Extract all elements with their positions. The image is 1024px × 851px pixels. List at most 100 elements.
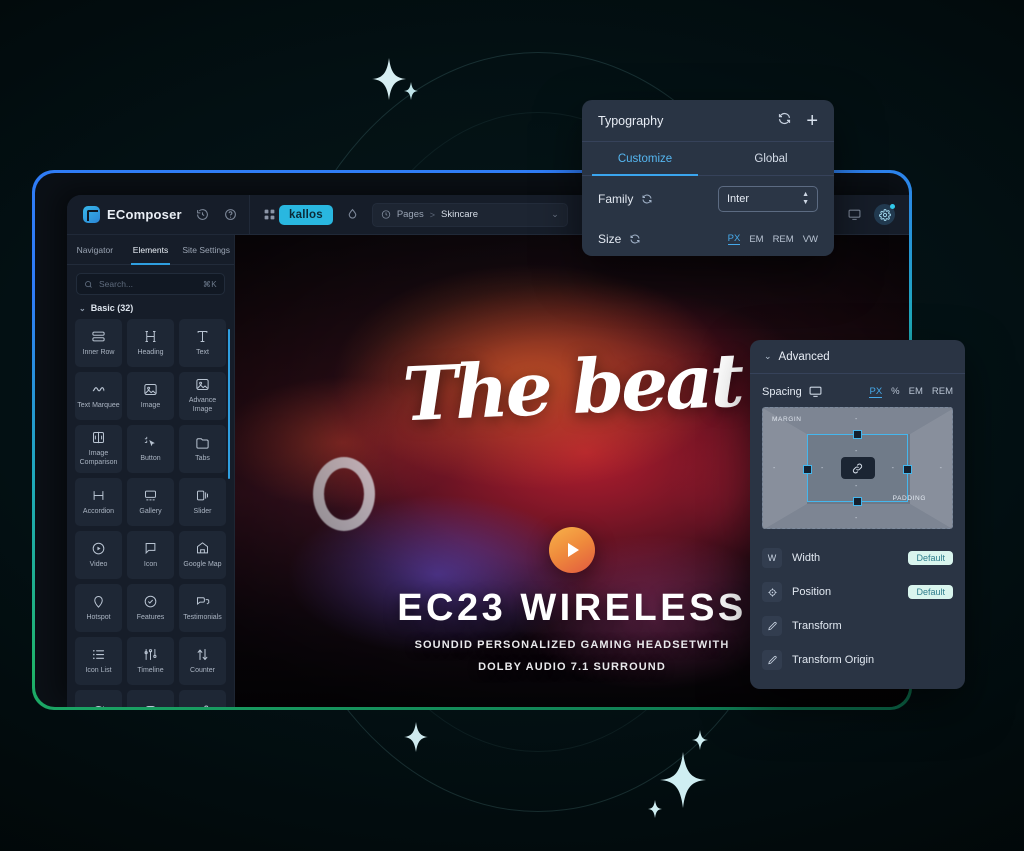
typography-panel: Typography + Customize Global Family Int… [582, 100, 834, 256]
margin-top-value[interactable]: - [855, 416, 857, 423]
help-icon[interactable] [221, 205, 240, 224]
monitor-icon[interactable] [845, 205, 864, 224]
handle-top[interactable] [853, 430, 862, 439]
element-text[interactable]: Text [179, 319, 226, 367]
tab-customize[interactable]: Customize [582, 142, 708, 176]
tab-elements[interactable]: Elements [123, 235, 179, 265]
breadcrumb-root[interactable]: Pages [397, 209, 424, 220]
element-inner-row[interactable]: Inner Row [75, 319, 122, 367]
settings-gear-icon[interactable] [874, 204, 895, 225]
apps-grid-icon[interactable] [260, 205, 279, 224]
section-basic[interactable]: ⌄ Basic (32) [67, 301, 234, 319]
element-icon-list[interactable]: Icon List [75, 637, 122, 685]
margin-label: MARGIN [772, 416, 802, 423]
chevron-down-icon[interactable]: ⌄ [551, 209, 559, 220]
element-gallery[interactable]: Gallery [127, 478, 174, 526]
element-accordion[interactable]: Accordion [75, 478, 122, 526]
map-pin-icon [197, 541, 208, 553]
handle-left[interactable] [803, 465, 812, 474]
elements-scroll[interactable]: Inner Row Heading Text Text Marquee Imag… [67, 319, 234, 707]
element-testimonials[interactable]: Testimonials [179, 584, 226, 632]
unit-em[interactable]: EM [909, 386, 923, 397]
unit-px[interactable]: PX [727, 233, 741, 245]
size-units: PX EM REM VW [727, 233, 818, 245]
element-advance-image[interactable]: Advance Image [179, 372, 226, 420]
spacing-units: PX % EM REM [869, 386, 953, 398]
instagram-icon [145, 706, 156, 707]
box-model-widget[interactable]: MARGIN PADDING - - - - - - - - [762, 407, 953, 529]
add-icon[interactable]: + [806, 111, 818, 131]
stepper-icon[interactable]: ▲ ▼ [802, 191, 809, 207]
status-badge[interactable]: Default [908, 551, 953, 565]
padding-right-value[interactable]: - [892, 465, 894, 472]
handle-bottom[interactable] [853, 497, 862, 506]
row-transform-origin[interactable]: Transform Origin [762, 643, 953, 677]
element-countdown[interactable] [75, 690, 122, 707]
advanced-header[interactable]: ⌄ Advanced [750, 340, 965, 374]
spacing-row: Spacing PX % EM REM [762, 385, 953, 398]
margin-bottom-value[interactable]: - [855, 515, 857, 522]
scrollbar-track[interactable] [228, 323, 232, 703]
breadcrumb-current[interactable]: Skincare [441, 209, 478, 220]
link-icon [852, 463, 863, 473]
status-badge[interactable]: Default [908, 585, 953, 599]
site-badge[interactable]: kallos [279, 204, 333, 225]
monitor-icon[interactable] [809, 385, 822, 398]
element-hotspot[interactable]: Hotspot [75, 584, 122, 632]
element-text-marquee[interactable]: Text Marquee [75, 372, 122, 420]
element-image-comparison[interactable]: Image Comparison [75, 425, 122, 473]
tab-site-settings[interactable]: Site Settings [178, 235, 234, 264]
margin-right-value[interactable]: - [940, 465, 942, 472]
tab-navigator[interactable]: Navigator [67, 235, 123, 264]
element-counter[interactable]: Counter [179, 637, 226, 685]
element-label: Button [140, 454, 161, 462]
scrollbar-thumb[interactable] [228, 329, 230, 479]
row-transform[interactable]: Transform [762, 609, 953, 643]
element-heading[interactable]: Heading [127, 319, 174, 367]
margin-left-value[interactable]: - [773, 465, 775, 472]
w-icon: W [762, 548, 782, 568]
reset-icon[interactable] [629, 233, 641, 245]
pencil-icon [762, 650, 782, 670]
element-tabs[interactable]: Tabs [179, 425, 226, 473]
element-instagram[interactable] [127, 690, 174, 707]
theme-icon[interactable] [343, 205, 362, 224]
row-label: Position [792, 586, 832, 598]
breadcrumb-separator: > [429, 209, 436, 220]
padding-top-value[interactable]: - [855, 448, 857, 455]
element-timeline[interactable]: Timeline [127, 637, 174, 685]
breadcrumb[interactable]: Pages > Skincare ⌄ [371, 202, 568, 227]
element-video[interactable]: Video [75, 531, 122, 579]
font-family-select[interactable]: Inter ▲ ▼ [718, 186, 818, 212]
history-icon[interactable] [193, 205, 212, 224]
row-width[interactable]: W Width Default [762, 541, 953, 575]
tab-global[interactable]: Global [708, 142, 834, 175]
handle-right[interactable] [903, 465, 912, 474]
padding-left-value[interactable]: - [821, 465, 823, 472]
element-features[interactable]: Features [127, 584, 174, 632]
row-position[interactable]: Position Default [762, 575, 953, 609]
check-circle-icon [144, 595, 157, 607]
unit-rem[interactable]: REM [773, 234, 794, 245]
unit-em[interactable]: EM [749, 234, 763, 245]
element-share[interactable] [179, 690, 226, 707]
element-image[interactable]: Image [127, 372, 174, 420]
unit-percent[interactable]: % [891, 386, 899, 397]
play-button[interactable] [549, 527, 595, 573]
unit-px[interactable]: PX [869, 386, 883, 398]
padding-bottom-value[interactable]: - [855, 483, 857, 490]
brand-name: EComposer [107, 207, 182, 222]
reset-icon[interactable] [641, 193, 653, 205]
advance-image-icon [196, 379, 209, 391]
search-input[interactable]: Search... ⌘K [76, 273, 225, 295]
hero-script-text[interactable]: The beat [401, 338, 743, 439]
element-button[interactable]: Button [127, 425, 174, 473]
unit-vw[interactable]: VW [803, 234, 818, 245]
element-google-map[interactable]: Google Map [179, 531, 226, 579]
link-values-toggle[interactable] [840, 457, 875, 479]
reset-icon[interactable] [777, 111, 792, 131]
unit-rem[interactable]: REM [932, 386, 953, 397]
left-sidebar: Navigator Elements Site Settings Search.… [67, 235, 235, 707]
element-slider[interactable]: Slider [179, 478, 226, 526]
element-icon[interactable]: Icon [127, 531, 174, 579]
